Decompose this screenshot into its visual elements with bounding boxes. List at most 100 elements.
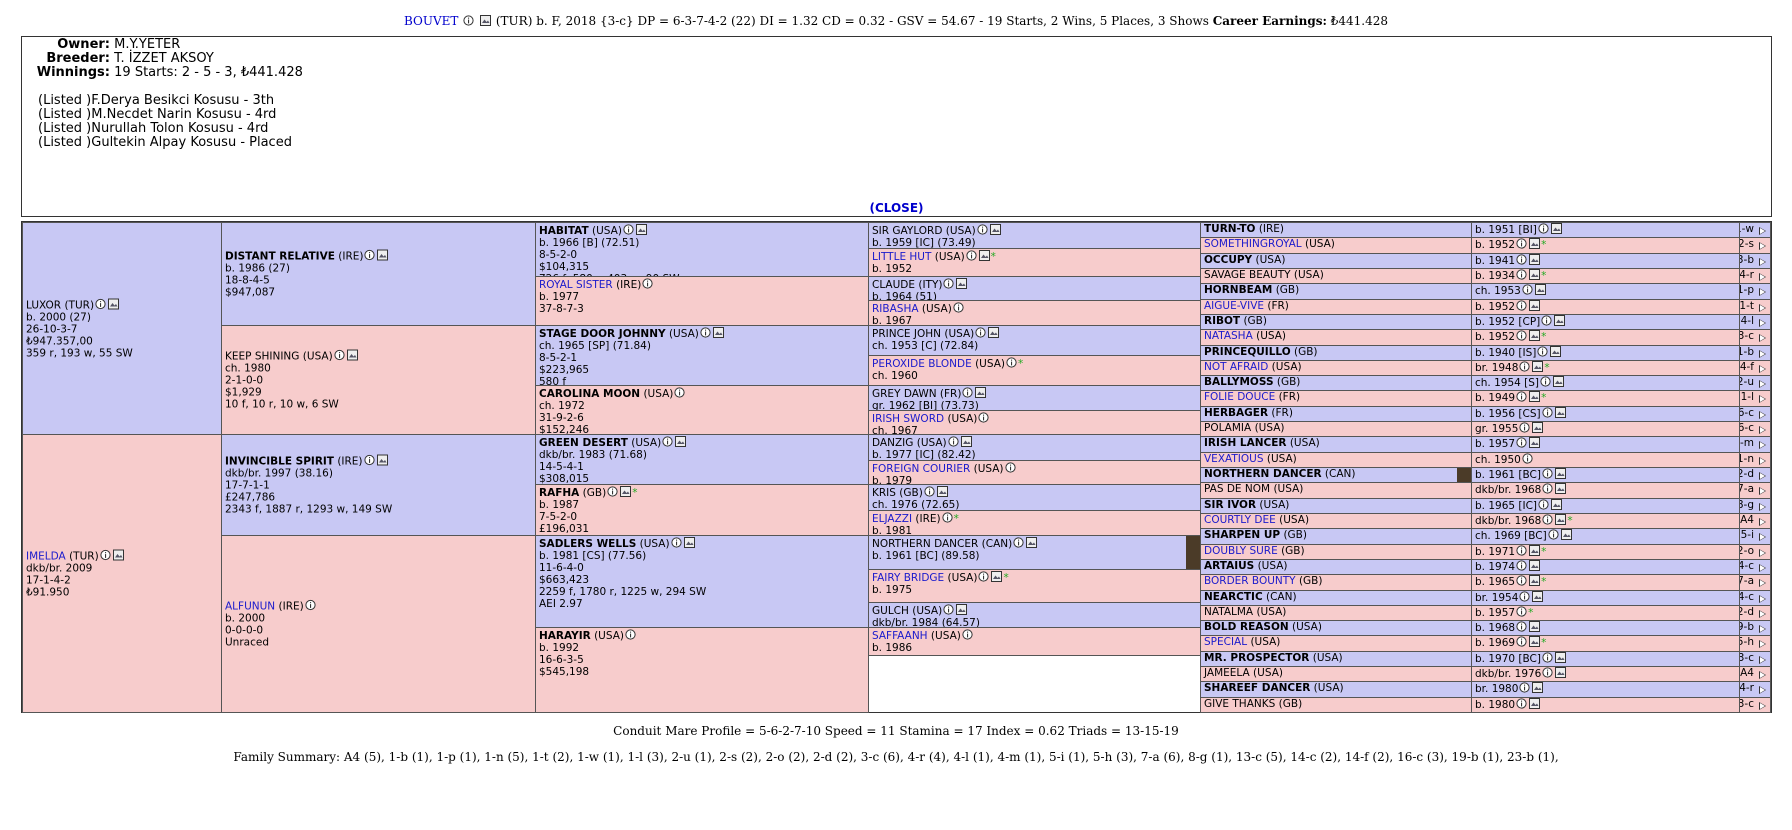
- photo-icon[interactable]: [1528, 621, 1541, 634]
- photo-icon[interactable]: [376, 249, 389, 263]
- horse-name-link[interactable]: HORNBEAM: [1204, 284, 1272, 296]
- photo-icon[interactable]: [1554, 483, 1567, 496]
- photo-icon[interactable]: [346, 349, 359, 363]
- photo-icon[interactable]: [1554, 407, 1567, 420]
- photo-icon[interactable]: [1554, 468, 1567, 481]
- expand-arrow-icon[interactable]: [1759, 595, 1766, 603]
- photo-icon[interactable]: [1528, 575, 1541, 588]
- info-icon[interactable]: [624, 629, 637, 642]
- horse-name-link[interactable]: BOLD REASON: [1204, 621, 1289, 633]
- horse-name-link[interactable]: LUXOR: [26, 299, 61, 311]
- horse-name-link[interactable]: NORTHERN DANCER: [1204, 468, 1322, 480]
- horse-name-link[interactable]: POLAMIA: [1204, 422, 1251, 434]
- expand-arrow-icon[interactable]: [1759, 671, 1766, 679]
- horse-name-link[interactable]: STAGE DOOR JOHNNY: [539, 328, 666, 340]
- info-icon[interactable]: [977, 571, 990, 584]
- photo-icon[interactable]: [1528, 238, 1541, 251]
- horse-name-link[interactable]: GULCH: [872, 605, 909, 617]
- horse-name-link[interactable]: ELJAZZI: [872, 513, 912, 525]
- info-icon[interactable]: [1518, 591, 1531, 604]
- expand-arrow-icon[interactable]: [1759, 365, 1766, 373]
- photo-icon[interactable]: [1528, 545, 1541, 558]
- horse-name-link[interactable]: GREEN DESERT: [539, 437, 628, 449]
- info-icon[interactable]: [333, 349, 346, 363]
- info-icon[interactable]: [1536, 346, 1549, 359]
- horse-name-link[interactable]: FAIRY BRIDGE: [872, 572, 944, 584]
- photo-icon[interactable]: [107, 298, 120, 311]
- info-icon[interactable]: [952, 302, 965, 315]
- info-icon[interactable]: [961, 387, 974, 400]
- expand-arrow-icon[interactable]: [1759, 610, 1766, 618]
- photo-icon[interactable]: [1528, 698, 1541, 711]
- info-icon[interactable]: [1515, 300, 1528, 313]
- horse-name-link[interactable]: HARAYIR: [539, 630, 591, 642]
- horse-name-link[interactable]: RIBOT: [1204, 315, 1240, 327]
- expand-arrow-icon[interactable]: [1759, 380, 1766, 388]
- info-icon[interactable]: [942, 278, 955, 291]
- photo-icon[interactable]: [712, 327, 725, 340]
- info-icon[interactable]: [1515, 606, 1528, 619]
- horse-name-link[interactable]: AIGUE-VIVE: [1204, 300, 1264, 312]
- info-icon[interactable]: [1547, 529, 1560, 542]
- info-icon[interactable]: [1518, 682, 1531, 695]
- info-icon[interactable]: [947, 436, 960, 449]
- info-icon[interactable]: [99, 549, 112, 562]
- horse-name-link[interactable]: NATALMA: [1204, 606, 1253, 618]
- info-icon[interactable]: [304, 599, 317, 613]
- photo-icon[interactable]: [376, 454, 389, 468]
- horse-name-link[interactable]: ALFUNUN: [225, 601, 275, 613]
- info-icon[interactable]: [1537, 223, 1550, 236]
- horse-name-link[interactable]: PAS DE NOM: [1204, 483, 1270, 495]
- photo-icon[interactable]: [683, 537, 696, 550]
- horse-name-link[interactable]: SADLERS WELLS: [539, 538, 636, 550]
- horse-name-link[interactable]: PRINCE JOHN: [872, 328, 941, 340]
- info-icon[interactable]: [673, 387, 686, 400]
- info-icon[interactable]: [976, 224, 989, 237]
- close-link[interactable]: (CLOSE): [869, 201, 923, 215]
- horse-name-link[interactable]: SIR GAYLORD: [872, 225, 942, 237]
- info-icon[interactable]: [1518, 422, 1531, 435]
- info-icon[interactable]: [974, 327, 987, 340]
- photo-icon[interactable]: [1549, 346, 1562, 359]
- horse-name-link[interactable]: DISTANT RELATIVE: [225, 251, 335, 263]
- photo-icon[interactable]: [1560, 529, 1573, 542]
- expand-arrow-icon[interactable]: [1759, 273, 1766, 281]
- photo-icon[interactable]: [1552, 376, 1565, 389]
- info-icon[interactable]: [699, 327, 712, 340]
- expand-arrow-icon[interactable]: [1759, 350, 1766, 358]
- info-icon[interactable]: [1515, 545, 1528, 558]
- info-icon[interactable]: [1541, 667, 1554, 680]
- horse-name-link[interactable]: SAFFAANH: [872, 630, 928, 642]
- expand-arrow-icon[interactable]: [1759, 702, 1766, 710]
- expand-arrow-icon[interactable]: [1759, 242, 1766, 250]
- photo-icon[interactable]: [1528, 636, 1541, 649]
- horse-name-link[interactable]: DANZIG: [872, 437, 913, 449]
- expand-arrow-icon[interactable]: [1759, 625, 1766, 633]
- photo-icon[interactable]: [480, 15, 492, 26]
- horse-name-link[interactable]: SHARPEN UP: [1204, 529, 1280, 541]
- info-icon[interactable]: [1515, 575, 1528, 588]
- expand-arrow-icon[interactable]: [1759, 579, 1766, 587]
- expand-arrow-icon[interactable]: [1759, 426, 1766, 434]
- horse-name-link[interactable]: SAVAGE BEAUTY: [1204, 269, 1291, 281]
- info-icon[interactable]: [641, 278, 654, 291]
- info-icon[interactable]: [977, 412, 990, 425]
- horse-name-link[interactable]: GIVE THANKS: [1204, 698, 1275, 710]
- horse-name-link[interactable]: MR. PROSPECTOR: [1204, 652, 1309, 664]
- horse-name-link[interactable]: TURN-TO: [1204, 223, 1255, 235]
- info-icon[interactable]: [1521, 453, 1534, 466]
- expand-arrow-icon[interactable]: [1759, 319, 1766, 327]
- info-icon[interactable]: [1521, 284, 1534, 297]
- photo-icon[interactable]: [112, 549, 125, 562]
- expand-arrow-icon[interactable]: [1759, 686, 1766, 694]
- horse-name-link[interactable]: DOUBLY SURE: [1204, 545, 1278, 557]
- horse-name-link[interactable]: CAROLINA MOON: [539, 388, 640, 400]
- info-icon[interactable]: [1541, 483, 1554, 496]
- expand-arrow-icon[interactable]: [1759, 549, 1766, 557]
- photo-icon[interactable]: [1554, 514, 1567, 527]
- info-icon[interactable]: [661, 436, 674, 449]
- info-icon[interactable]: [1515, 636, 1528, 649]
- info-icon[interactable]: [1005, 357, 1018, 370]
- photo-icon[interactable]: [1531, 361, 1544, 374]
- info-icon[interactable]: [1515, 254, 1528, 267]
